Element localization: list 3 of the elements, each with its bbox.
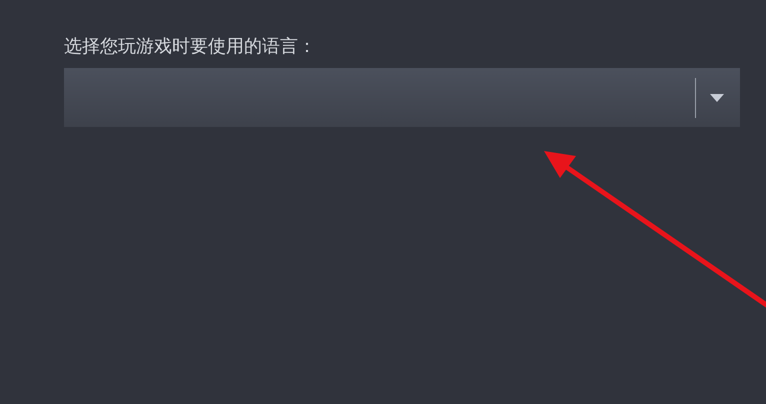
field-label: 选择您玩游戏时要使用的语言： bbox=[64, 35, 316, 58]
caret-icon bbox=[710, 94, 724, 102]
language-dropdown[interactable] bbox=[64, 68, 740, 127]
